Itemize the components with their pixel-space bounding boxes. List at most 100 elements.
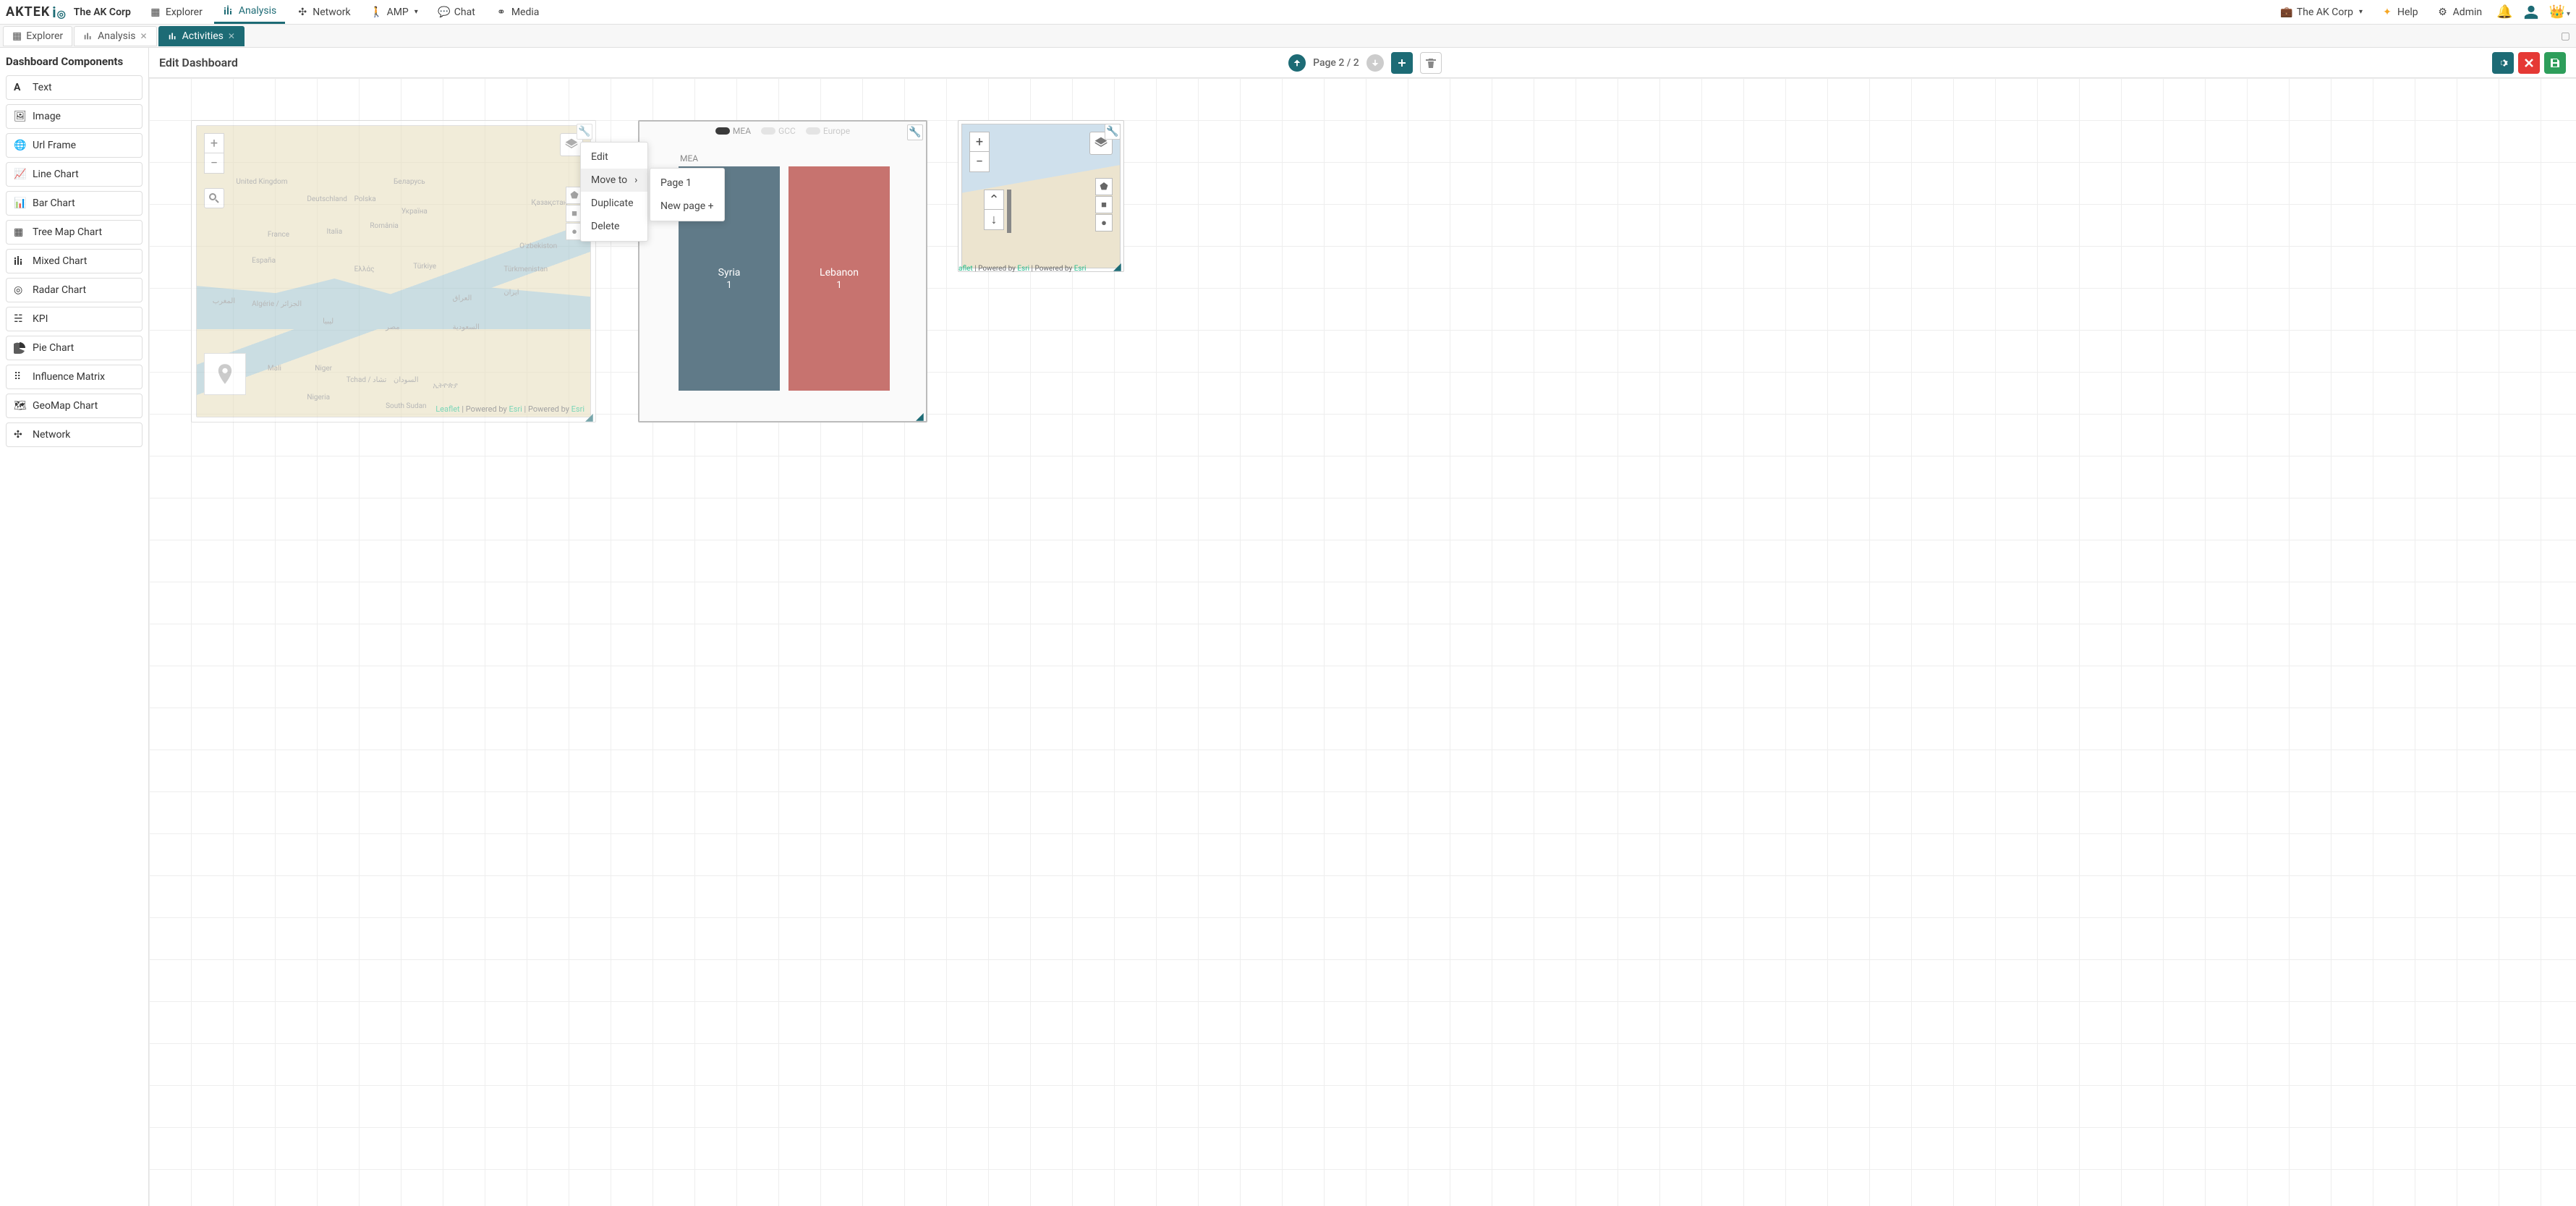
add-page-button[interactable] [1391, 52, 1413, 74]
nav-analysis[interactable]: Analysis [214, 0, 285, 24]
nav-network[interactable]: ✣ Network [288, 0, 359, 24]
ctx-page-1[interactable]: Page 1 [650, 171, 724, 195]
media-icon: ⚭ [496, 7, 507, 18]
component-tree-map-chart[interactable]: ▦ Tree Map Chart [6, 220, 143, 245]
map-country-label: Polska [354, 195, 376, 203]
map-country-label: العراق [453, 294, 472, 302]
pager-prev-button[interactable] [1288, 54, 1306, 72]
chart-icon [168, 31, 178, 41]
ctx-new-page[interactable]: New page + [650, 195, 724, 218]
square-tool-button[interactable]: ■ [1095, 196, 1113, 213]
line-chart-icon: 📈 [14, 169, 27, 180]
maximize-icon[interactable]: ▢ [2561, 30, 2570, 42]
widget-config-button[interactable]: 🔧 [577, 124, 592, 140]
polygon-tool-button[interactable]: ⬟ [1095, 178, 1113, 195]
corp-switcher[interactable]: 💼 The AK Corp ▾ [2277, 0, 2367, 24]
top-navbar: AKTEK i◎ The AK Corp ▦ Explorer Analysis… [0, 0, 2576, 25]
legend-item-mea[interactable]: MEA [715, 126, 751, 136]
component-kpi[interactable]: ☵ KPI [6, 307, 143, 331]
notifications-button[interactable]: 🔔 [2496, 4, 2512, 20]
component-mixed-chart[interactable]: Mixed Chart [6, 249, 143, 273]
component-url-frame[interactable]: 🌐 Url Frame [6, 133, 143, 158]
component-text[interactable]: A Text [6, 75, 143, 100]
component-influence-matrix[interactable]: ⠿ Influence Matrix [6, 365, 143, 389]
save-button[interactable] [2544, 52, 2566, 74]
widget-geomap-small[interactable]: + − ⬟ ■ ● ⌃ ↓ [958, 120, 1124, 272]
mixed-chart-icon [14, 256, 27, 266]
tab-explorer[interactable]: ▦ Explorer [3, 26, 72, 46]
circle-tool-button[interactable]: ● [1095, 214, 1113, 232]
component-label: Image [33, 111, 61, 122]
legend-item-gcc[interactable]: GCC [761, 126, 796, 136]
component-bar-chart[interactable]: 📊 Bar Chart [6, 191, 143, 216]
components-sidebar: Dashboard Components A Text 🖼 Image 🌐 Ur… [0, 48, 149, 1206]
chart-legend: MEA GCC Europe [639, 122, 926, 140]
map-country-label: Tchad / تشاد [347, 376, 387, 384]
component-pie-chart[interactable]: Pie Chart [6, 336, 143, 360]
widget-config-button[interactable]: 🔧 [907, 124, 923, 140]
legend-label: GCC [778, 126, 796, 136]
corp-switcher-label: The AK Corp [2297, 7, 2353, 18]
component-network[interactable]: ✣ Network [6, 422, 143, 447]
widget-treemap-chart[interactable]: MEA GCC Europe MEA Syria 1 [638, 120, 927, 422]
zoom-in-button[interactable]: + [204, 133, 224, 153]
collapse-up-button[interactable]: ⌃ [984, 190, 1004, 210]
map-marker-placeholder[interactable] [204, 353, 246, 395]
tab-activities[interactable]: Activities ✕ [158, 26, 245, 46]
ctx-move-to[interactable]: Move to › [581, 169, 647, 192]
component-radar-chart[interactable]: ◎ Radar Chart [6, 278, 143, 302]
widget-geomap-main[interactable]: United Kingdom France Deutschland España… [191, 120, 596, 422]
treemap-cell-value: 1 [836, 280, 841, 291]
leaflet-link[interactable]: aflet [958, 265, 973, 273]
brand-corp-name: The AK Corp [74, 7, 131, 18]
resize-handle[interactable]: ◢ [916, 411, 927, 422]
delete-page-button[interactable] [1420, 52, 1442, 74]
gear-icon: ⚙ [2437, 7, 2449, 18]
admin-link[interactable]: ⚙ Admin [2433, 0, 2486, 24]
widget-config-button[interactable]: 🔧 [1105, 124, 1121, 140]
ctx-edit[interactable]: Edit [581, 145, 647, 169]
treemap-cell-lebanon[interactable]: Lebanon 1 [788, 166, 890, 391]
component-line-chart[interactable]: 📈 Line Chart [6, 162, 143, 187]
legend-item-europe[interactable]: Europe [806, 126, 850, 136]
esri-link[interactable]: Esri [571, 404, 585, 414]
component-geomap-chart[interactable]: 🗺 GeoMap Chart [6, 394, 143, 418]
nav-chat[interactable]: 💬 Chat [430, 0, 484, 24]
close-icon[interactable]: ✕ [140, 31, 148, 41]
component-image[interactable]: 🖼 Image [6, 104, 143, 129]
esri-link[interactable]: Esri [509, 404, 522, 414]
nav-label: Explorer [166, 7, 203, 18]
ctx-delete[interactable]: Delete [581, 215, 647, 238]
zoom-out-button[interactable]: − [969, 152, 990, 172]
treemap-cell-name: Syria [718, 267, 741, 279]
zoom-in-button[interactable]: + [969, 132, 990, 152]
dashboard-canvas[interactable]: United Kingdom France Deutschland España… [149, 78, 2576, 1206]
map-attribution: Leaflet | Powered by Esri | Powered by E… [435, 404, 585, 414]
user-profile-button[interactable] [2523, 4, 2539, 20]
crown-menu[interactable]: 👑▾ [2549, 4, 2570, 20]
esri-link[interactable]: Esri [1017, 265, 1029, 273]
zoom-out-button[interactable]: − [204, 153, 224, 174]
map-search-button[interactable] [204, 188, 224, 208]
expand-down-button[interactable]: ↓ [984, 210, 1004, 230]
nav-amp[interactable]: 🚶 AMP ▾ [362, 0, 427, 24]
component-label: Line Chart [33, 169, 79, 180]
network-icon: ✣ [297, 7, 308, 18]
resize-handle[interactable]: ◢ [585, 412, 597, 423]
map-surface[interactable]: + − ⬟ ■ ● ⌃ ↓ [961, 124, 1121, 268]
nav-media[interactable]: ⚭ Media [487, 0, 548, 24]
ctx-duplicate[interactable]: Duplicate [581, 192, 647, 215]
map-country-label: France [268, 231, 289, 239]
nav-explorer[interactable]: ▦ Explorer [141, 0, 211, 24]
close-icon[interactable]: ✕ [228, 31, 235, 41]
cancel-button[interactable] [2518, 52, 2540, 74]
tab-analysis[interactable]: Analysis ✕ [74, 26, 156, 46]
nav-label: Analysis [239, 5, 276, 17]
settings-button[interactable] [2492, 52, 2514, 74]
chevron-down-icon: ▾ [415, 8, 418, 16]
help-link[interactable]: ✦ Help [2377, 0, 2423, 24]
chevron-down-icon: ▾ [2359, 8, 2363, 16]
map-surface[interactable]: United Kingdom France Deutschland España… [196, 125, 591, 417]
esri-link[interactable]: Esri [1074, 265, 1087, 273]
leaflet-link[interactable]: Leaflet [435, 404, 459, 414]
